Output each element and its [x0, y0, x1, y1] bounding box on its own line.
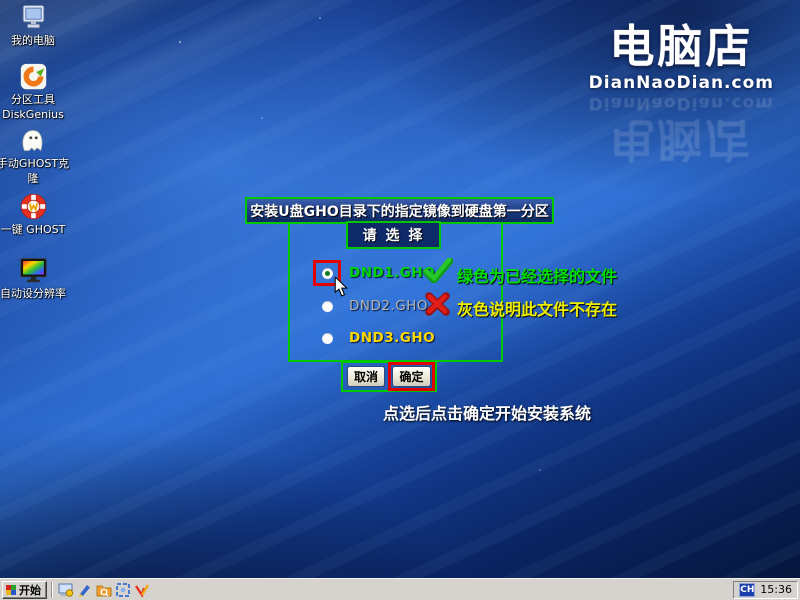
- diskgenius-icon: [19, 62, 48, 91]
- taskbar: 开始: [0, 578, 800, 600]
- lifebuoy-icon: [19, 192, 48, 221]
- my-computer-icon: [19, 3, 48, 32]
- brand-title: 电脑店: [589, 24, 774, 69]
- quicklaunch-separator: [51, 582, 52, 598]
- desktop-icon-onekey-ghost[interactable]: 一键 GHOST: [0, 192, 66, 236]
- check-icon: [423, 258, 453, 283]
- cross-icon: [425, 292, 450, 316]
- desktop-icon-label: 我的电脑: [11, 34, 55, 47]
- ok-highlight-box: 确定: [388, 362, 435, 391]
- start-logo-icon: [6, 585, 16, 595]
- brand-logo-reflection: 电脑店 DianNaoDian.com: [589, 94, 774, 162]
- start-button[interactable]: 开始: [2, 581, 47, 599]
- bird-app-icon[interactable]: [133, 581, 150, 598]
- option-label-dnd3[interactable]: DND3.GHO: [349, 330, 435, 346]
- dialog-footer-hint: 点选后点击确定开始安装系统: [383, 400, 591, 424]
- dialog-title: 安装U盘GHO目录下的指定镜像到硬盘第一分区: [245, 197, 554, 224]
- desktop-icon-my-computer[interactable]: 我的电脑: [0, 3, 66, 47]
- desktop-icon-label-2: DiskGenius: [2, 108, 64, 121]
- monitor-rainbow-icon: [19, 256, 48, 285]
- option-row-dnd1[interactable]: DND1.GHO: [313, 259, 435, 287]
- screen-capture-icon[interactable]: [114, 581, 131, 598]
- mouse-cursor-icon: [334, 277, 348, 298]
- legend-selected-text: 绿色为已经选择的文件: [457, 263, 617, 287]
- system-tray: CH 15:36: [733, 581, 798, 599]
- taskbar-clock: 15:36: [760, 583, 792, 596]
- desktop-icon-label: 手动GHOST克: [0, 157, 69, 170]
- paint-tool-icon[interactable]: [76, 581, 93, 598]
- folder-search-icon[interactable]: [95, 581, 112, 598]
- desktop-icon-label: 分区工具: [11, 93, 55, 106]
- ok-button[interactable]: 确定: [392, 366, 431, 387]
- radio-dnd1[interactable]: [322, 268, 333, 279]
- radio-dnd3[interactable]: [322, 333, 333, 344]
- desktop-icon-auto-resolution[interactable]: 自动设分辨率: [0, 256, 66, 300]
- desktop-icon-label: 一键 GHOST: [1, 223, 66, 236]
- dialog-buttons-frame: 取消 确定: [341, 361, 437, 392]
- desktop-icon-diskgenius[interactable]: 分区工具 DiskGenius: [0, 62, 66, 121]
- brand-logo: 电脑店 DianNaoDian.com 电脑店 DianNaoDian.com: [589, 24, 774, 162]
- option-row-dnd2[interactable]: DND2.GHO: [313, 292, 428, 320]
- brand-domain: DianNaoDian.com: [589, 75, 774, 92]
- ghost-icon: [19, 126, 48, 155]
- legend-missing-text: 灰色说明此文件不存在: [457, 296, 617, 320]
- dialog-prompt: 请 选 择: [346, 221, 441, 249]
- display-settings-icon[interactable]: [57, 581, 74, 598]
- option-label-dnd2[interactable]: DND2.GHO: [349, 298, 428, 314]
- option-row-dnd3[interactable]: DND3.GHO: [313, 324, 435, 352]
- language-indicator[interactable]: CH: [739, 583, 755, 597]
- desktop-icon-manual-ghost[interactable]: 手动GHOST克 隆: [0, 126, 66, 185]
- desktop-icon-label-2: 隆: [28, 172, 39, 185]
- radio-dnd2[interactable]: [322, 301, 333, 312]
- start-label: 开始: [19, 582, 41, 598]
- desktop-icon-label: 自动设分辨率: [0, 287, 66, 300]
- cancel-button[interactable]: 取消: [347, 366, 385, 387]
